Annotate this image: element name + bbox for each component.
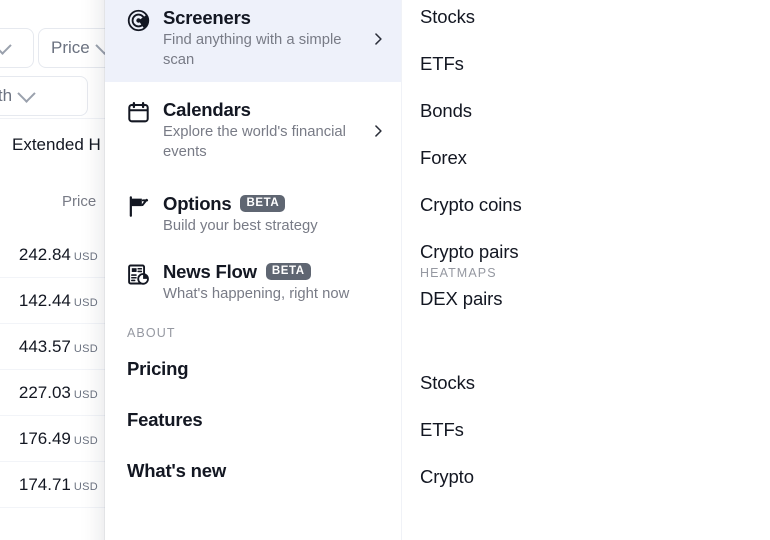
- cell-price: 242.84 USD: [19, 245, 98, 265]
- menu-item-options[interactable]: Options BETA Build your best strategy: [105, 182, 401, 249]
- chevron-right-icon: [371, 124, 385, 138]
- news-icon: [127, 263, 150, 286]
- menu-item-news-flow[interactable]: News Flow BETA What's happening, right n…: [105, 250, 401, 317]
- menu-item-news-flow-desc: What's happening, right now: [163, 286, 350, 303]
- filter-pill-chevron[interactable]: [0, 28, 34, 68]
- menu-item-options-title: Options: [163, 193, 232, 214]
- cell-price-value: 176.49: [18, 429, 71, 448]
- cell-price-currency: USD: [73, 251, 98, 263]
- filter-pill-price-label: Price: [51, 38, 90, 57]
- menu-link-whats-new[interactable]: What's new: [127, 460, 226, 482]
- menu-item-screeners-title: Screeners: [163, 7, 251, 28]
- cell-price-currency: USD: [73, 389, 98, 401]
- menu-right-column: Stocks ETFs Bonds Forex Crypto coins Cry…: [402, 0, 770, 540]
- screener-type-etfs[interactable]: ETFs: [420, 53, 464, 75]
- menu-item-options-body: Options BETA Build your best strategy: [163, 193, 385, 237]
- cell-price-currency: USD: [73, 297, 98, 309]
- radar-target-icon: [127, 9, 150, 32]
- heatmap-type-etfs[interactable]: ETFs: [420, 419, 464, 441]
- cell-price: 443.57 USD: [19, 337, 98, 357]
- menu-item-calendars-body: Calendars Explore the world's financial …: [163, 99, 354, 162]
- screener-type-crypto-pairs[interactable]: Crypto pairs: [420, 241, 519, 263]
- menu-link-pricing[interactable]: Pricing: [127, 358, 189, 380]
- options-flag-icon: [127, 195, 150, 218]
- products-dropdown-menu: The one terminal to rule them all INDIVI…: [105, 0, 770, 540]
- menu-item-screeners-head: Screeners: [163, 7, 354, 28]
- menu-item-calendars-title: Calendars: [163, 99, 251, 120]
- menu-item-calendars[interactable]: Calendars Explore the world's financial …: [105, 88, 401, 174]
- heatmap-type-stocks[interactable]: Stocks: [420, 372, 475, 394]
- filter-pill-growth[interactable]: growth: [0, 76, 88, 116]
- menu-item-screeners-desc: Find anything with a simple scan: [163, 32, 342, 68]
- cell-price: 142.44 USD: [19, 291, 98, 311]
- menu-item-news-flow-body: News Flow BETA What's happening, right n…: [163, 261, 385, 305]
- section-label-about: ABOUT: [127, 326, 176, 340]
- menu-item-options-badge: BETA: [240, 195, 286, 212]
- cell-price-currency: USD: [73, 481, 98, 493]
- chevron-down-icon: [17, 83, 36, 103]
- cell-price-value: 242.84: [18, 245, 71, 264]
- section-label-heatmaps: HEATMAPS: [420, 266, 497, 280]
- column-header-price[interactable]: Price: [62, 193, 96, 210]
- menu-item-calendars-head: Calendars: [163, 99, 354, 120]
- menu-item-screeners-body: Screeners Find anything with a simple sc…: [163, 7, 354, 70]
- chevron-down-icon: [0, 35, 12, 55]
- cell-price-value: 174.71: [18, 475, 71, 494]
- menu-item-options-head: Options BETA: [163, 193, 385, 214]
- filter-pill-growth-label: growth: [0, 86, 13, 105]
- heatmap-type-crypto[interactable]: Crypto: [420, 466, 474, 488]
- app-root: Price growth Div yie Extended H pcoming …: [0, 0, 770, 540]
- menu-item-calendars-desc: Explore the world's financial events: [163, 124, 346, 160]
- cell-price-value: 142.44: [18, 291, 71, 310]
- calendar-icon: [127, 101, 150, 124]
- cell-price-value: 227.03: [18, 383, 71, 402]
- screener-type-dex-pairs[interactable]: DEX pairs: [420, 288, 502, 310]
- screener-type-crypto-coins[interactable]: Crypto coins: [420, 194, 522, 216]
- cell-price: 176.49 USD: [19, 429, 98, 449]
- screener-type-bonds[interactable]: Bonds: [420, 100, 472, 122]
- menu-item-news-flow-badge: BETA: [265, 263, 311, 280]
- cell-price: 174.71 USD: [19, 475, 98, 495]
- chevron-right-icon: [371, 32, 385, 46]
- menu-item-screeners[interactable]: Screeners Find anything with a simple sc…: [105, 0, 401, 83]
- tab-extended-hours[interactable]: Extended H: [12, 135, 101, 155]
- screener-type-stocks[interactable]: Stocks: [420, 6, 475, 28]
- screener-type-forex[interactable]: Forex: [420, 147, 467, 169]
- cell-price-value: 443.57: [18, 337, 71, 356]
- cell-price-currency: USD: [73, 435, 98, 447]
- cell-price: 227.03 USD: [19, 383, 98, 403]
- menu-left-column: The one terminal to rule them all INDIVI…: [105, 0, 402, 540]
- menu-item-news-flow-title: News Flow: [163, 261, 257, 282]
- menu-link-features[interactable]: Features: [127, 409, 203, 431]
- cell-price-currency: USD: [73, 343, 98, 355]
- menu-item-options-desc: Build your best strategy: [163, 218, 318, 235]
- menu-item-news-flow-head: News Flow BETA: [163, 261, 385, 282]
